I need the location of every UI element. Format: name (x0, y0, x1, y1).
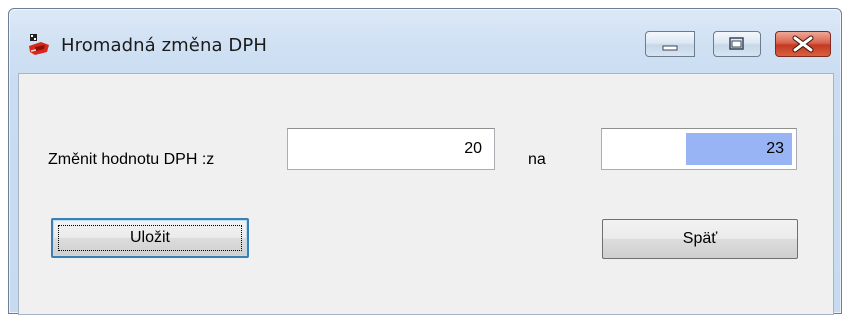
title-bar[interactable]: Hromadná změna DPH (9, 9, 841, 69)
vat-to-field[interactable]: 23 (601, 128, 797, 170)
change-vat-label: Změnit hodnotu DPH :z (48, 151, 215, 168)
close-icon (792, 35, 814, 53)
close-button[interactable] (775, 31, 831, 57)
vat-to-value: 23 (766, 140, 784, 157)
minimize-icon (662, 45, 678, 51)
back-button-label: Späť (682, 230, 718, 247)
maximize-button[interactable] (713, 31, 761, 57)
vat-from-field[interactable]: 20 (287, 128, 495, 170)
vat-from-value: 20 (464, 140, 482, 157)
back-button[interactable]: Späť (602, 219, 798, 259)
window-title: Hromadná změna DPH (61, 35, 267, 56)
minimize-button[interactable] (645, 31, 695, 57)
dialog-window: Hromadná změna DPH Změnit hodnotu DPH :z… (8, 8, 842, 315)
app-logo-icon (27, 33, 51, 57)
save-button-label: Uložit (129, 229, 170, 246)
to-label: na (528, 151, 546, 168)
dialog-content: Změnit hodnotu DPH :z 20 na 23 Uložit Sp… (18, 73, 834, 315)
save-button[interactable]: Uložit (51, 218, 249, 258)
maximize-icon (729, 37, 744, 50)
